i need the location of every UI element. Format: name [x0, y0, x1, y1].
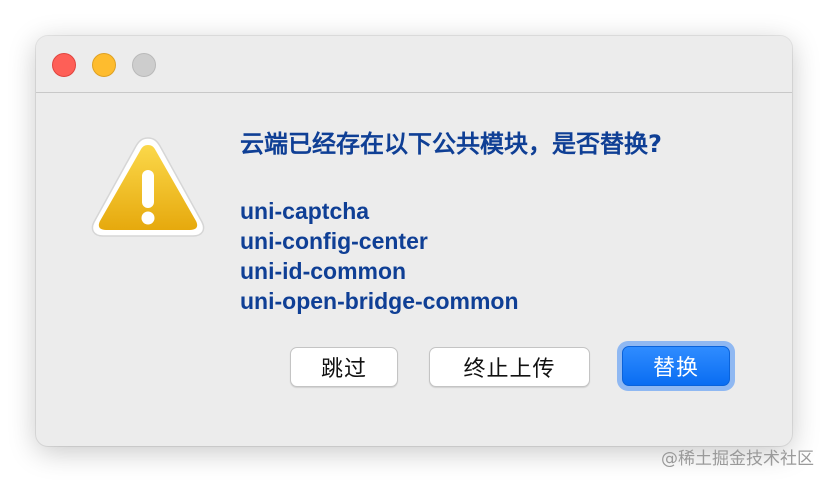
- zoom-button[interactable]: [132, 53, 156, 77]
- replace-button[interactable]: 替换: [622, 346, 730, 386]
- skip-button[interactable]: 跳过: [290, 347, 398, 387]
- module-list: uni-captcha uni-config-center uni-id-com…: [240, 196, 519, 316]
- close-button[interactable]: [52, 53, 76, 77]
- alert-dialog-window: 云端已经存在以下公共模块，是否替换? uni-captcha uni-confi…: [36, 36, 792, 446]
- module-item: uni-captcha: [240, 198, 370, 224]
- dialog-title: 云端已经存在以下公共模块，是否替换?: [240, 130, 662, 158]
- minimize-button[interactable]: [92, 53, 116, 77]
- module-item: uni-open-bridge-common: [240, 288, 519, 314]
- warning-icon: [91, 137, 205, 237]
- title-bar: [36, 36, 792, 93]
- watermark: @稀土掘金技术社区: [661, 449, 814, 469]
- stop-upload-button[interactable]: 终止上传: [429, 347, 590, 387]
- module-item: uni-id-common: [240, 258, 407, 284]
- module-item: uni-config-center: [240, 228, 428, 254]
